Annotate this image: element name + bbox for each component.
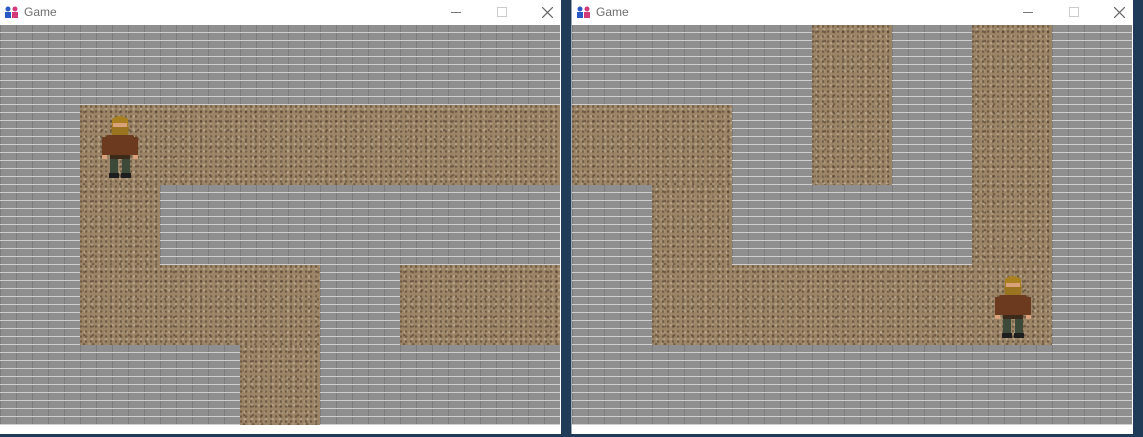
floor-tile-region xyxy=(80,105,560,185)
floor-tile-region xyxy=(812,25,892,185)
maximize-icon xyxy=(1069,7,1079,17)
game-canvas[interactable] xyxy=(0,25,560,425)
minimize-icon xyxy=(451,12,461,13)
title-bar[interactable]: Game xyxy=(0,0,561,24)
game-canvas[interactable] xyxy=(572,25,1132,425)
window-title: Game xyxy=(596,5,629,19)
floor-tile-region xyxy=(240,345,320,425)
minimize-button[interactable] xyxy=(1005,0,1051,24)
player-dwarf-sprite xyxy=(995,276,1031,338)
floor-tile-region xyxy=(572,105,732,185)
floor-tile-region xyxy=(652,185,732,265)
floor-tile-region xyxy=(972,25,1052,265)
maximize-icon xyxy=(497,7,507,17)
close-icon xyxy=(541,6,553,18)
player-dwarf-sprite xyxy=(102,116,138,178)
close-button[interactable] xyxy=(524,0,561,24)
app-icon xyxy=(5,6,18,18)
maximize-button[interactable] xyxy=(479,0,525,24)
window-title: Game xyxy=(24,5,57,19)
close-icon xyxy=(1113,6,1125,18)
game-window-left: Game xyxy=(0,0,561,437)
maximize-button[interactable] xyxy=(1051,0,1097,24)
title-bar[interactable]: Game xyxy=(572,0,1133,24)
floor-tile-region xyxy=(400,265,560,345)
floor-tile-region xyxy=(80,185,160,265)
floor-tile-region xyxy=(80,265,320,345)
app-icon xyxy=(577,6,590,18)
close-button[interactable] xyxy=(1096,0,1133,24)
minimize-icon xyxy=(1023,12,1033,13)
game-window-right: Game xyxy=(571,0,1133,437)
minimize-button[interactable] xyxy=(433,0,479,24)
